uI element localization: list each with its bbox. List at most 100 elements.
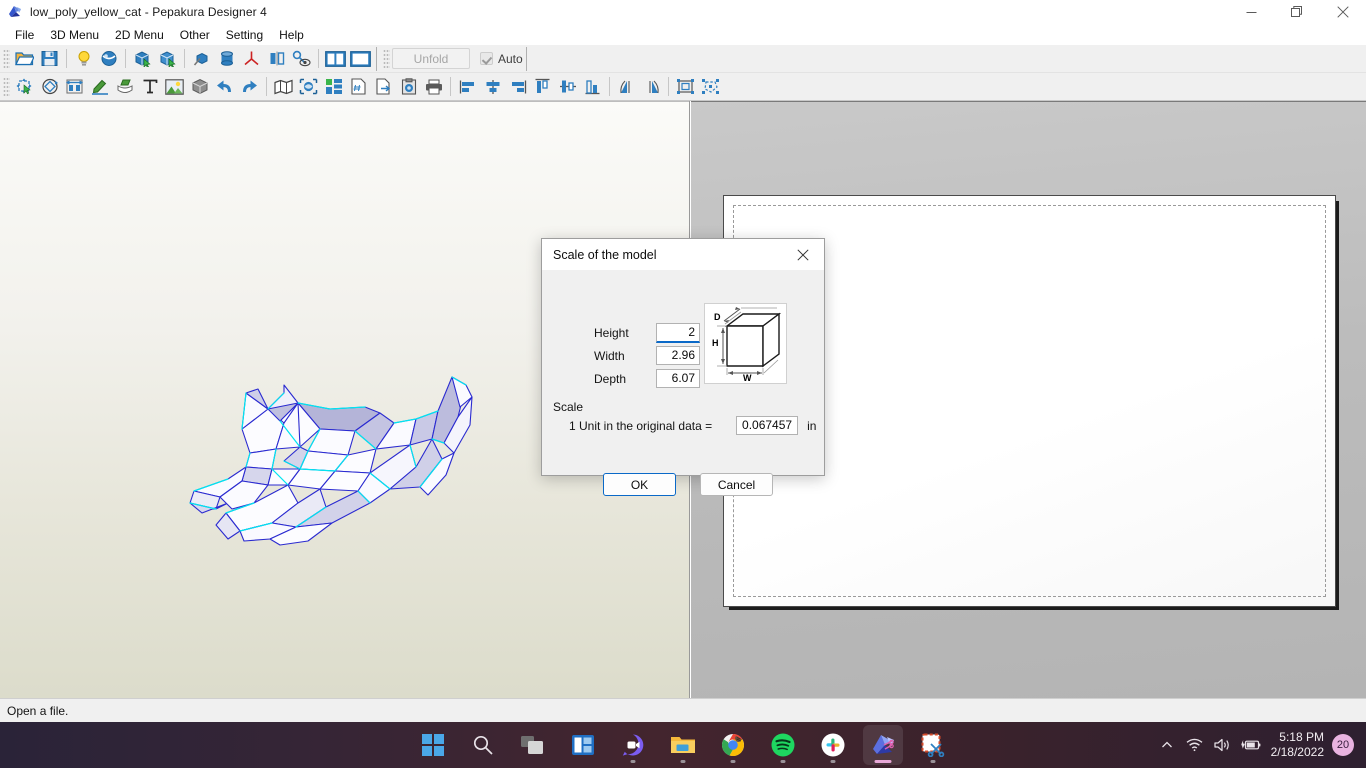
notification-badge[interactable]: 20 — [1332, 734, 1354, 756]
edit-flap-button[interactable] — [112, 75, 137, 99]
teams-button[interactable] — [613, 725, 653, 765]
cylinder-button[interactable] — [214, 47, 239, 71]
link-view-button[interactable] — [289, 47, 314, 71]
lighting-button[interactable] — [71, 47, 96, 71]
page-number-button[interactable] — [346, 75, 371, 99]
toolbar-separator — [376, 47, 377, 71]
menu-setting[interactable]: Setting — [218, 26, 271, 44]
depth-input[interactable]: 6.07 — [656, 369, 700, 388]
align-center-button[interactable] — [480, 75, 505, 99]
clock-time: 5:18 PM — [1271, 730, 1324, 745]
unfold-map-button[interactable] — [271, 75, 296, 99]
paint-button[interactable] — [189, 47, 214, 71]
edit-line-button[interactable] — [87, 75, 112, 99]
clock[interactable]: 5:18 PM 2/18/2022 — [1271, 730, 1324, 760]
add-text-button[interactable] — [137, 75, 162, 99]
auto-checkbox-group[interactable]: Auto — [480, 52, 523, 66]
secondary-toolbar — [0, 73, 1366, 101]
print-button[interactable] — [421, 75, 446, 99]
align-middle-button[interactable] — [555, 75, 580, 99]
height-input[interactable]: 2 — [656, 323, 700, 343]
rotate-left-button[interactable] — [614, 75, 639, 99]
task-view-button[interactable] — [513, 725, 553, 765]
menu-2d[interactable]: 2D Menu — [107, 26, 172, 44]
toolbar-separator — [184, 49, 185, 68]
split-view-button[interactable] — [323, 47, 348, 71]
width-label: Width — [594, 349, 656, 363]
axis-button[interactable] — [239, 47, 264, 71]
scale-equation-label: 1 Unit in the original data = — [569, 419, 712, 433]
slack-button[interactable] — [813, 725, 853, 765]
status-text: Open a file. — [7, 704, 68, 718]
taskbar-apps — [413, 725, 953, 765]
menu-bar: File 3D Menu 2D Menu Other Setting Help — [0, 24, 1366, 45]
select-all-button[interactable] — [673, 75, 698, 99]
texture-button[interactable] — [96, 47, 121, 71]
ok-button[interactable]: OK — [603, 473, 676, 496]
menu-help[interactable]: Help — [271, 26, 312, 44]
status-bar: Open a file. — [0, 698, 1366, 722]
restore-button[interactable] — [1274, 0, 1320, 24]
battery-charging-icon[interactable] — [1237, 725, 1265, 765]
open-file-button[interactable] — [12, 47, 37, 71]
window-title: low_poly_yellow_cat - Pepakura Designer … — [30, 5, 267, 19]
chrome-button[interactable] — [713, 725, 753, 765]
rotate-tool-button[interactable] — [37, 75, 62, 99]
save-file-button[interactable] — [37, 47, 62, 71]
auto-checkbox[interactable] — [480, 52, 493, 65]
menu-other[interactable]: Other — [172, 26, 218, 44]
select-parts-button[interactable] — [698, 75, 723, 99]
width-row: Width 2.96 in — [594, 345, 718, 366]
toolbar-grip[interactable] — [383, 49, 390, 69]
start-button[interactable] — [413, 725, 453, 765]
scale-tool-button[interactable] — [62, 75, 87, 99]
3d-model-button[interactable] — [187, 75, 212, 99]
pepakura-button[interactable] — [863, 725, 903, 765]
minimize-button[interactable] — [1228, 0, 1274, 24]
running-indicator — [781, 760, 786, 763]
mirror-button[interactable] — [264, 47, 289, 71]
align-bottom-button[interactable] — [580, 75, 605, 99]
toolbar-separator — [66, 49, 67, 68]
fit-to-page-button[interactable] — [296, 75, 321, 99]
layout-button[interactable] — [321, 75, 346, 99]
redo-button[interactable] — [237, 75, 262, 99]
search-button[interactable] — [463, 725, 503, 765]
menu-file[interactable]: File — [7, 26, 42, 44]
align-left-button[interactable] — [455, 75, 480, 99]
export-button[interactable] — [371, 75, 396, 99]
move-tool-button[interactable] — [12, 75, 37, 99]
width-input[interactable]: 2.96 — [656, 346, 700, 365]
rotate-right-button[interactable] — [639, 75, 664, 99]
toolbar-grip[interactable] — [3, 49, 10, 69]
cancel-button[interactable]: Cancel — [700, 473, 773, 496]
file-explorer-button[interactable] — [663, 725, 703, 765]
scale-value-input[interactable]: 0.067457 — [736, 416, 798, 435]
toolbar-grip[interactable] — [3, 77, 10, 97]
scale-of-model-dialog[interactable]: Scale of the model Height 2 in Width 2.9… — [541, 238, 825, 476]
running-indicator — [931, 760, 936, 763]
volume-icon[interactable] — [1209, 725, 1237, 765]
align-top-button[interactable] — [530, 75, 555, 99]
toolbar-separator — [318, 49, 319, 68]
spotify-button[interactable] — [763, 725, 803, 765]
align-right-button[interactable] — [505, 75, 530, 99]
menu-3d[interactable]: 3D Menu — [42, 26, 107, 44]
undo-button[interactable] — [212, 75, 237, 99]
chevron-up-icon[interactable] — [1153, 725, 1181, 765]
depth-label: Depth — [594, 372, 656, 386]
unfold-button[interactable]: Unfold — [392, 48, 470, 69]
copy-clipboard-button[interactable] — [396, 75, 421, 99]
wifi-icon[interactable] — [1181, 725, 1209, 765]
widgets-button[interactable] — [563, 725, 603, 765]
low-poly-cat-model[interactable] — [180, 363, 480, 553]
select-part-button[interactable] — [155, 47, 180, 71]
close-button[interactable] — [1320, 0, 1366, 24]
close-icon[interactable] — [782, 239, 824, 270]
toolbar-separator — [125, 49, 126, 68]
single-view-button[interactable] — [348, 47, 373, 71]
select-face-button[interactable] — [130, 47, 155, 71]
scale-unit-label: in — [807, 419, 816, 433]
add-image-button[interactable] — [162, 75, 187, 99]
snipping-tool-button[interactable] — [913, 725, 953, 765]
